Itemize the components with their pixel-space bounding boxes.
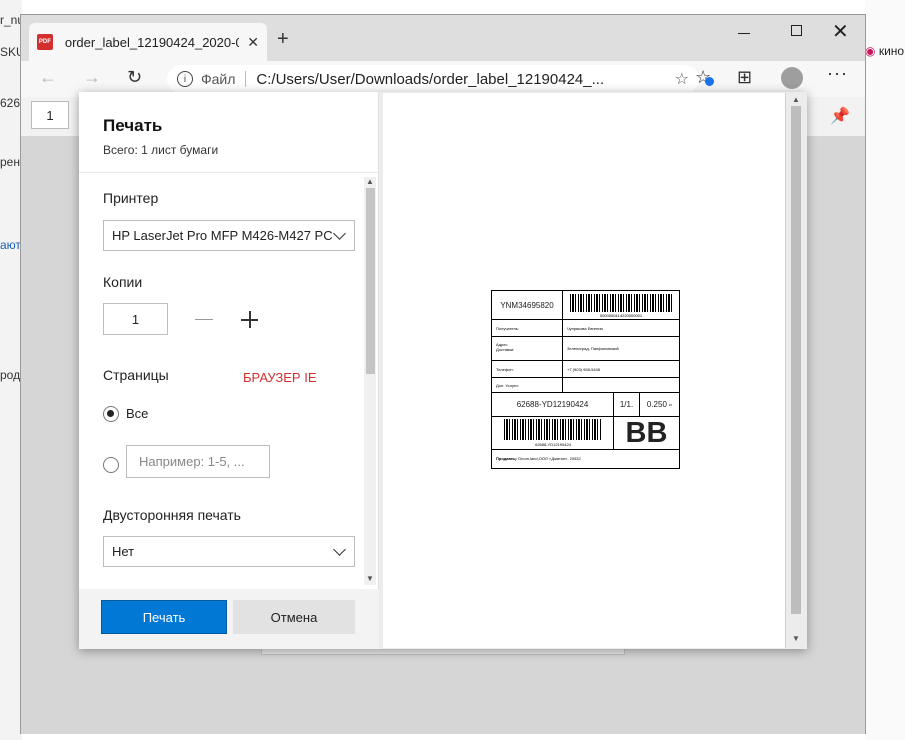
phone-label: Телефон: (492, 361, 563, 378)
tab-strip: PDF order_label_12190424_2020-09-0 ✕ + ✕ (21, 15, 865, 61)
pages-range-input[interactable]: Например: 1-5, ... (126, 445, 270, 478)
order-id: YNM34695820 (492, 291, 563, 320)
increase-copies-button[interactable] (241, 310, 259, 328)
refresh-icon[interactable]: ↻ (127, 67, 142, 88)
more-menu-icon[interactable]: ··· (827, 63, 848, 84)
browser-tab[interactable]: PDF order_label_12190424_2020-09-0 ✕ (29, 23, 267, 61)
all-pages-radio[interactable] (103, 406, 119, 422)
background-text: ◉ кино (865, 44, 904, 58)
services-value (563, 378, 679, 393)
url-text[interactable]: C:/Users/User/Downloads/order_label_1219… (256, 71, 616, 88)
pin-toolbar-icon[interactable]: 📌 (821, 101, 859, 131)
print-settings-panel: Печать Всего: 1 лист бумаги Принтер HP L… (79, 92, 379, 649)
maximize-button[interactable] (791, 25, 802, 36)
preview-scroll-up-icon[interactable]: ▲ (792, 95, 800, 104)
background-text: 6268 (0, 96, 22, 110)
chevron-down-icon (333, 227, 346, 240)
window-close-button[interactable]: ✕ (832, 19, 849, 44)
address-label: Адрес Доставки: (492, 337, 563, 361)
services-label: Доп. Услуги: (492, 378, 563, 393)
back-arrow-icon[interactable]: ← (39, 67, 57, 88)
top-barcode: 0000000414220000001 (563, 291, 679, 320)
barcode-icon (570, 294, 673, 312)
settings-scrollbar-thumb[interactable] (366, 188, 375, 374)
add-favorite-star-icon[interactable]: ☆ (675, 69, 689, 89)
file-scheme-label: Файл (201, 71, 236, 87)
address-divider (245, 71, 247, 87)
duplex-label: Двусторонняя печать (103, 507, 241, 523)
pdf-file-icon: PDF (37, 34, 53, 50)
background-text: род (0, 368, 21, 382)
background-text: рен (0, 155, 20, 169)
copies-label: Копии (103, 274, 143, 290)
tab-close-icon[interactable]: ✕ (247, 34, 259, 51)
copies-input[interactable]: 1 (103, 303, 168, 335)
preview-scroll-down-icon[interactable]: ▼ (792, 634, 800, 643)
barcode-number: 62688-YD12190424 (535, 442, 571, 447)
barcode-number: 0000000414220000001 (599, 313, 643, 318)
package-fraction: 1/1. (614, 393, 640, 416)
profile-avatar[interactable] (781, 67, 803, 89)
weight-unit: кг (668, 402, 673, 407)
printer-value: HP LaserJet Pro MFP M426-M427 PCL (112, 228, 332, 243)
background-text: r_nu (0, 13, 22, 27)
pages-label: Страницы (103, 367, 169, 383)
favorites-icon[interactable]: ☆ (695, 67, 714, 88)
package-weight: 0.250 кг (640, 393, 679, 416)
printer-select[interactable]: HP LaserJet Pro MFP M426-M427 PCL (103, 220, 355, 251)
recipient-label: Получатель: (492, 320, 563, 337)
scroll-down-icon[interactable]: ▼ (366, 574, 374, 583)
all-pages-label: Все (126, 406, 149, 421)
printer-label: Принтер (103, 190, 159, 206)
preview-page: YNM34695820 0000000414220000001 Получате… (383, 93, 786, 648)
duplex-value: Нет (112, 544, 135, 559)
seller-info: Продавец: Gnom.land,ООО «Джитоп», 20532 (492, 450, 679, 468)
forward-arrow-icon[interactable]: → (83, 67, 101, 88)
address-bar[interactable]: i Файл C:/Users/User/Downloads/order_lab… (167, 65, 699, 93)
recipient-value: Чуприкова Евгения (563, 320, 679, 337)
tab-title: order_label_12190424_2020-09-0 (64, 34, 240, 50)
delivery-zone: BB (614, 416, 679, 450)
favorites-badge-icon (705, 77, 714, 86)
weight-value: 0.250 (646, 400, 667, 409)
decrease-copies-button[interactable] (195, 310, 213, 328)
background-app-icon: ◉ (865, 44, 876, 58)
preview-scrollbar[interactable] (791, 106, 801, 614)
divider (79, 172, 379, 173)
collections-icon[interactable]: ⊞ (737, 67, 752, 88)
info-icon[interactable]: i (177, 71, 193, 87)
print-dialog: Печать Всего: 1 лист бумаги Принтер HP L… (79, 92, 807, 649)
phone-value: +7 (903) 958-5408 (563, 361, 679, 378)
background-window-strip-right: ◉ кино (865, 0, 905, 740)
seller-label: Продавец: (496, 456, 517, 461)
minimize-button[interactable] (734, 23, 754, 43)
cancel-button[interactable]: Отмена (233, 600, 355, 634)
print-preview: YNM34695820 0000000414220000001 Получате… (379, 92, 807, 649)
address-value: Зеленоград, Панфиловский (563, 337, 679, 361)
chevron-down-icon (333, 543, 346, 556)
background-link: ают (0, 238, 21, 252)
dialog-title: Печать (103, 116, 163, 135)
shipping-label: YNM34695820 0000000414220000001 Получате… (491, 290, 680, 469)
background-window-strip: r_nu SKU 6268 рен ают род (0, 0, 22, 740)
barcode-icon (504, 419, 602, 440)
custom-pages-radio[interactable] (103, 457, 119, 473)
duplex-select[interactable]: Нет (103, 536, 355, 567)
ie-browser-note: БРАУЗЕР IE (243, 370, 317, 385)
bottom-barcode: 62688-YD12190424 (492, 416, 614, 450)
seller-value: Gnom.land,ООО «Джитоп», 20532 (518, 456, 581, 461)
page-number-input[interactable]: 1 (31, 101, 69, 129)
scroll-up-icon[interactable]: ▲ (366, 177, 374, 186)
background-text: кино (878, 44, 905, 58)
background-text: SKU (0, 45, 22, 59)
new-tab-button[interactable]: + (277, 29, 289, 49)
sheet-count: Всего: 1 лист бумаги (103, 143, 219, 157)
address-label-text: Адрес Доставки: (496, 342, 515, 352)
print-button[interactable]: Печать (101, 600, 227, 634)
shipment-code: 62688-YD12190424 (492, 393, 614, 416)
